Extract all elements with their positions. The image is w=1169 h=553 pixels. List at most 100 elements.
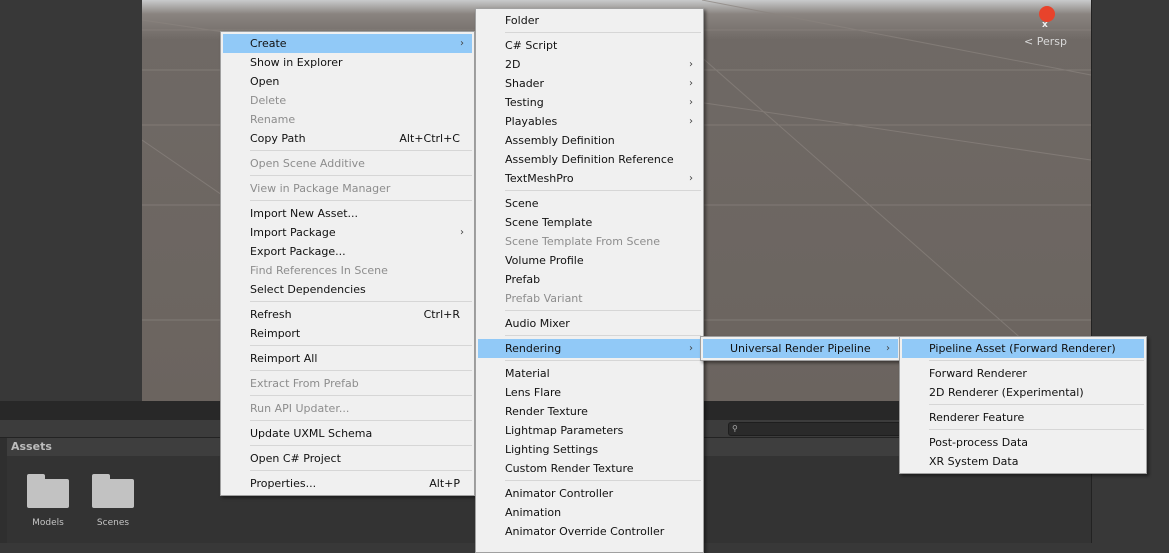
menu-item-forward-renderer[interactable]: Forward Renderer — [902, 364, 1144, 383]
menu-item-label: Renderer Feature — [929, 411, 1025, 424]
menu-item-testing[interactable]: Testing › — [478, 93, 701, 112]
menu-item-scene-template[interactable]: Scene Template — [478, 213, 701, 232]
menu-item-label: Custom Render Texture — [505, 462, 634, 475]
menu-separator — [250, 150, 472, 151]
menu-item-properties[interactable]: Properties... Alt+P — [223, 474, 472, 493]
menu-item-label: Folder — [505, 14, 539, 27]
menu-item-label: XR System Data — [929, 455, 1019, 468]
menu-item-label: Animator Override Controller — [505, 525, 665, 538]
menu-item-label: Export Package... — [250, 245, 346, 258]
menu-item-label: Import New Asset... — [250, 207, 359, 220]
menu-item-label: Scene — [505, 197, 539, 210]
menu-item-import-package[interactable]: Import Package › — [223, 223, 472, 242]
menu-item-label: Reimport All — [250, 352, 318, 365]
menu-item-run-api-updater: Run API Updater... — [223, 399, 472, 418]
menu-item-reimport[interactable]: Reimport — [223, 324, 472, 343]
menu-item-lighting-settings[interactable]: Lighting Settings — [478, 440, 701, 459]
menu-item-2d[interactable]: 2D › — [478, 55, 701, 74]
menu-separator — [505, 32, 701, 33]
menu-item-lens-flare[interactable]: Lens Flare — [478, 383, 701, 402]
menu-item-update-uxml-schema[interactable]: Update UXML Schema — [223, 424, 472, 443]
menu-separator — [250, 175, 472, 176]
menu-item-textmeshpro[interactable]: TextMeshPro › — [478, 169, 701, 188]
menu-item-c-script[interactable]: C# Script — [478, 36, 701, 55]
menu-item-animator-controller[interactable]: Animator Controller — [478, 484, 701, 503]
menu-item-label: Animation — [505, 506, 562, 519]
menu-item-label: Properties... — [250, 477, 317, 490]
menu-item-label: Lens Flare — [505, 386, 562, 399]
menu-item-label: Select Dependencies — [250, 283, 366, 296]
orientation-gizmo[interactable]: x — [1030, 0, 1070, 30]
folder-scenes[interactable]: Scenes — [83, 474, 143, 528]
menu-item-shader[interactable]: Shader › — [478, 74, 701, 93]
menu-item-label: Lighting Settings — [505, 443, 599, 456]
menu-item-volume-profile[interactable]: Volume Profile — [478, 251, 701, 270]
menu-item-custom-render-texture[interactable]: Custom Render Texture — [478, 459, 701, 478]
menu-separator — [505, 190, 701, 191]
menu-item-shortcut: Alt+P — [429, 477, 460, 490]
projection-toggle[interactable]: < Persp — [1024, 35, 1067, 48]
menu-item-scene[interactable]: Scene — [478, 194, 701, 213]
menu-item-post-process-data[interactable]: Post-process Data — [902, 433, 1144, 452]
menu-separator — [250, 370, 472, 371]
context-menu: Create › Show in Explorer Open Delete Rename C… — [220, 31, 475, 496]
chevron-right-icon: › — [689, 97, 693, 108]
menu-item-audio-mixer[interactable]: Audio Mixer — [478, 314, 701, 333]
menu-item-label: Open Scene Additive — [250, 157, 365, 170]
folder-models[interactable]: Models — [18, 474, 78, 528]
menu-item-label: Lightmap Parameters — [505, 424, 624, 437]
menu-item-open-c-project[interactable]: Open C# Project — [223, 449, 472, 468]
menu-item-extract-from-prefab: Extract From Prefab — [223, 374, 472, 393]
chevron-right-icon: › — [689, 116, 693, 127]
menu-item-label: Prefab Variant — [505, 292, 583, 305]
menu-item-label: TextMeshPro — [505, 172, 574, 185]
menu-separator — [250, 420, 472, 421]
menu-item-assembly-definition-reference[interactable]: Assembly Definition Reference — [478, 150, 701, 169]
menu-item-label: Import Package — [250, 226, 336, 239]
menu-item-pipeline-asset-forward-renderer[interactable]: Pipeline Asset (Forward Renderer) — [902, 339, 1144, 358]
menu-item-copy-path[interactable]: Copy Path Alt+Ctrl+C — [223, 129, 472, 148]
menu-item-rendering[interactable]: Rendering › — [478, 339, 701, 358]
create-submenu: Folder C# Script 2D › Shader › Testing › Playabl… — [475, 8, 704, 553]
menu-item-animator-override-controller[interactable]: Animator Override Controller — [478, 522, 701, 541]
chevron-right-icon: › — [689, 59, 693, 70]
chevron-right-icon: › — [689, 343, 693, 354]
menu-item-material[interactable]: Material — [478, 364, 701, 383]
menu-item-lightmap-parameters[interactable]: Lightmap Parameters — [478, 421, 701, 440]
folder-label: Models — [32, 518, 64, 528]
menu-item-label: Assembly Definition — [505, 134, 615, 147]
menu-item-xr-system-data[interactable]: XR System Data — [902, 452, 1144, 471]
menu-item-label: C# Script — [505, 39, 558, 52]
menu-item-view-in-package-manager: View in Package Manager — [223, 179, 472, 198]
menu-item-export-package[interactable]: Export Package... — [223, 242, 472, 261]
chevron-right-icon: › — [460, 38, 464, 49]
search-icon: ⚲ — [732, 424, 738, 433]
menu-item-render-texture[interactable]: Render Texture — [478, 402, 701, 421]
menu-item-import-new-asset[interactable]: Import New Asset... — [223, 204, 472, 223]
menu-item-open[interactable]: Open — [223, 72, 472, 91]
folder-icon — [92, 474, 134, 508]
menu-item-animation[interactable]: Animation — [478, 503, 701, 522]
menu-item-universal-render-pipeline[interactable]: Universal Render Pipeline › — [703, 339, 898, 358]
menu-item-label: Open — [250, 75, 280, 88]
menu-item-prefab[interactable]: Prefab — [478, 270, 701, 289]
menu-item-renderer-feature[interactable]: Renderer Feature — [902, 408, 1144, 427]
menu-item-select-dependencies[interactable]: Select Dependencies — [223, 280, 472, 299]
menu-item-refresh[interactable]: Refresh Ctrl+R — [223, 305, 472, 324]
menu-item-reimport-all[interactable]: Reimport All — [223, 349, 472, 368]
menu-item-label: Render Texture — [505, 405, 588, 418]
menu-item-playables[interactable]: Playables › — [478, 112, 701, 131]
menu-item-folder[interactable]: Folder — [478, 11, 701, 30]
search-input[interactable]: ⚲ — [728, 422, 908, 436]
menu-item-label: Update UXML Schema — [250, 427, 373, 440]
menu-item-show-in-explorer[interactable]: Show in Explorer — [223, 53, 472, 72]
menu-separator — [929, 429, 1144, 430]
menu-item-assembly-definition[interactable]: Assembly Definition — [478, 131, 701, 150]
menu-separator — [929, 404, 1144, 405]
menu-item-scene-template-from-scene: Scene Template From Scene — [478, 232, 701, 251]
menu-item-label: Volume Profile — [505, 254, 584, 267]
menu-item-2d-renderer-experimental[interactable]: 2D Renderer (Experimental) — [902, 383, 1144, 402]
project-folder-tree — [0, 438, 7, 543]
menu-separator — [505, 335, 701, 336]
menu-item-create[interactable]: Create › — [223, 34, 472, 53]
